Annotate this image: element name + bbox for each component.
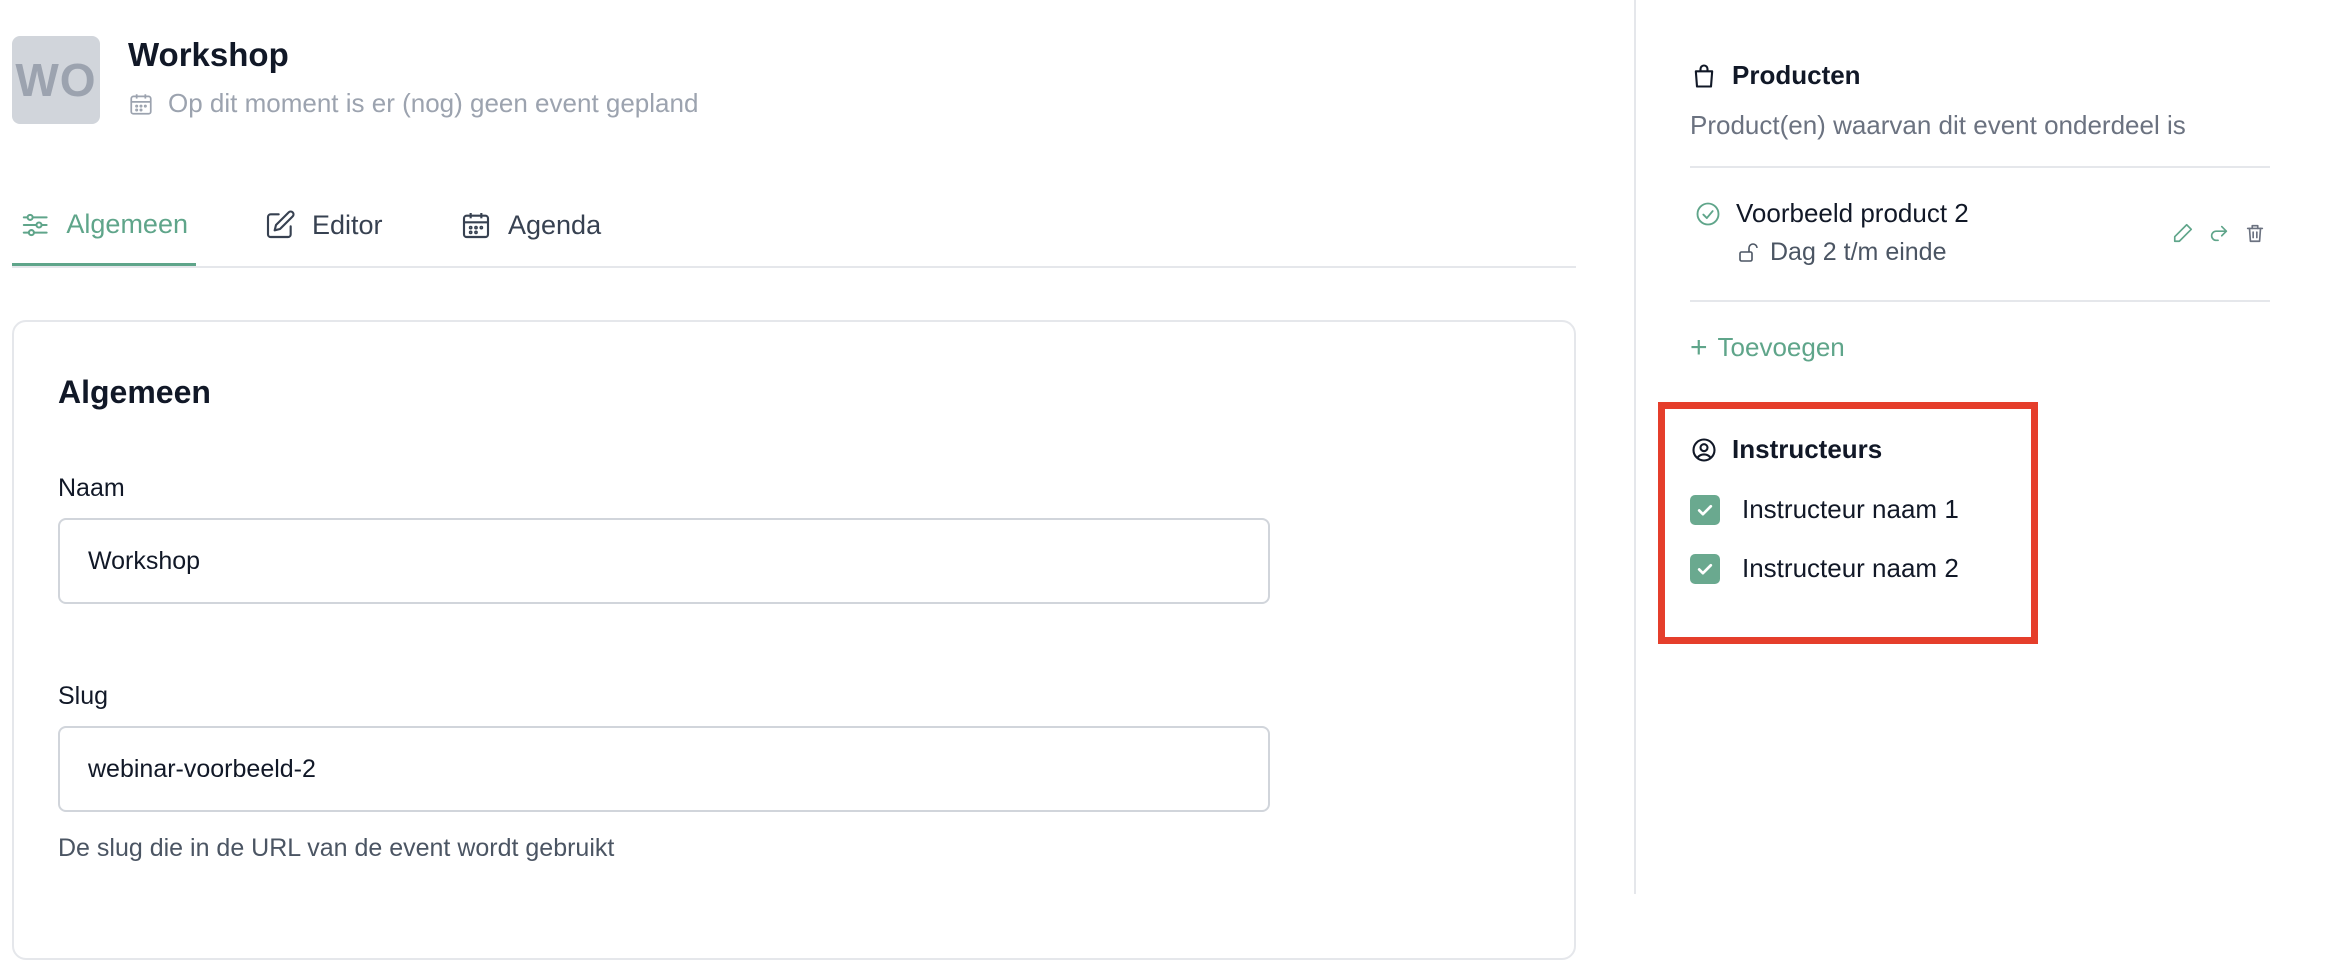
page-title: Workshop bbox=[128, 36, 289, 73]
event-avatar: WO bbox=[12, 36, 100, 124]
instructors-heading-text: Instructeurs bbox=[1732, 434, 1883, 464]
user-circle-icon bbox=[1692, 437, 1716, 462]
check-icon bbox=[1697, 563, 1713, 574]
product-name: Voorbeeld product 2 bbox=[1736, 198, 1969, 228]
add-product-label: Toevoegen bbox=[1717, 332, 1845, 362]
tab-label: Editor bbox=[312, 209, 383, 240]
products-heading: Producten bbox=[1690, 60, 1861, 91]
check-icon bbox=[1697, 504, 1713, 515]
main-panel: WO Workshop Op dit moment is er (nog) ge… bbox=[0, 0, 1634, 960]
instructor-option[interactable]: Instructeur naam 1 bbox=[1690, 494, 1959, 525]
edit-icon bbox=[266, 210, 295, 239]
sidebar-panel: Producten Product(en) waarvan dit event … bbox=[1634, 0, 2338, 894]
instructor-name: Instructeur naam 1 bbox=[1742, 494, 1959, 524]
tab-agenda[interactable]: Agenda bbox=[452, 186, 609, 264]
instructor-name: Instructeur naam 2 bbox=[1742, 553, 1959, 583]
plus-icon: + bbox=[1690, 330, 1708, 364]
product-actions bbox=[2172, 222, 2266, 244]
instructors-heading: Instructeurs bbox=[1690, 434, 1882, 465]
divider bbox=[1690, 166, 2270, 168]
card-title: Algemeen bbox=[58, 374, 211, 410]
tab-algemeen[interactable]: Algemeen bbox=[12, 186, 196, 266]
product-access-text: Dag 2 t/m einde bbox=[1770, 238, 1947, 266]
instructor-option[interactable]: Instructeur naam 2 bbox=[1690, 553, 1959, 584]
redirect-icon[interactable] bbox=[2208, 222, 2230, 244]
tab-editor[interactable]: Editor bbox=[256, 186, 391, 264]
calendar-icon bbox=[130, 93, 152, 115]
tab-bar: Algemeen Editor Agenda bbox=[12, 186, 1576, 268]
slug-label: Slug bbox=[58, 682, 109, 710]
slug-input[interactable]: webinar-voorbeeld-2 bbox=[58, 726, 1270, 812]
shopping-bag-icon bbox=[1694, 63, 1714, 88]
add-product-button[interactable]: + Toevoegen bbox=[1690, 332, 1845, 363]
product-access: Dag 2 t/m einde bbox=[1736, 238, 1947, 267]
unlock-icon bbox=[1739, 242, 1758, 262]
name-input[interactable]: Workshop bbox=[58, 518, 1270, 604]
schedule-status-text: Op dit moment is er (nog) geen event gep… bbox=[168, 88, 699, 118]
sliders-icon bbox=[22, 213, 48, 236]
schedule-status: Op dit moment is er (nog) geen event gep… bbox=[128, 88, 698, 119]
divider bbox=[1690, 300, 2270, 302]
products-heading-text: Producten bbox=[1732, 60, 1861, 90]
products-description: Product(en) waarvan dit event onderdeel … bbox=[1690, 110, 2186, 140]
calendar-icon bbox=[462, 213, 490, 239]
tab-label: Agenda bbox=[508, 209, 602, 240]
general-settings-card: Algemeen Naam Workshop Slug webinar-voor… bbox=[12, 320, 1576, 960]
check-circle-icon bbox=[1696, 202, 1720, 226]
name-label: Naam bbox=[58, 474, 125, 502]
pencil-icon[interactable] bbox=[2172, 222, 2194, 244]
checkbox-checked[interactable] bbox=[1690, 553, 1720, 584]
checkbox-checked[interactable] bbox=[1690, 494, 1720, 525]
slug-help-text: De slug die in de URL van de event wordt… bbox=[58, 834, 615, 862]
tab-label: Algemeen bbox=[66, 209, 188, 239]
trash-icon[interactable] bbox=[2244, 222, 2266, 244]
